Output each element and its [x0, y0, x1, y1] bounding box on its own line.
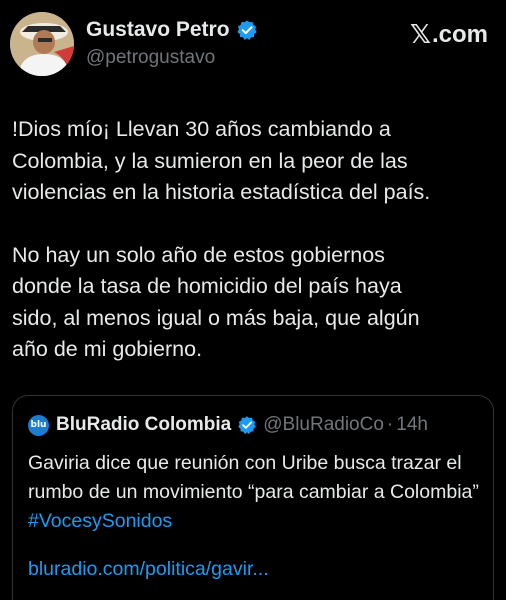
- article-link[interactable]: bluradio.com/politica/gavir...: [28, 558, 269, 581]
- quoted-author-handle[interactable]: @BluRadioCo: [263, 414, 384, 436]
- author-name-row[interactable]: Gustavo Petro: [86, 18, 258, 42]
- verified-badge-icon: [236, 20, 257, 40]
- author-handle[interactable]: @petrogustavo: [86, 47, 215, 69]
- x-logo-icon: 𝕏: [410, 20, 431, 50]
- author-name[interactable]: Gustavo Petro: [86, 18, 230, 42]
- hashtag-link[interactable]: #VocesySonidos: [28, 510, 172, 532]
- quoted-author-avatar[interactable]: blu: [28, 414, 49, 436]
- quoted-tweet-header: blu BluRadio Colombia @BluRadioCo · 14h: [28, 414, 428, 436]
- quoted-author-name[interactable]: BluRadio Colombia: [56, 414, 231, 436]
- avatar-photo-icon: [10, 12, 74, 76]
- quoted-tweet-text: Gaviria dice que reunión con Uribe busca…: [28, 449, 483, 536]
- verified-badge-icon: [238, 416, 256, 435]
- brand-domain: .com: [431, 21, 488, 48]
- quoted-tweet-timestamp[interactable]: 14h: [396, 414, 428, 436]
- separator-dot: ·: [386, 414, 394, 435]
- x-brand-logo: 𝕏 .com: [410, 20, 488, 50]
- tweet-body: !Dios mío¡ Llevan 30 años cambiando a Co…: [12, 114, 502, 366]
- quoted-tweet-card[interactable]: blu BluRadio Colombia @BluRadioCo · 14h …: [12, 395, 494, 600]
- tweet-paragraph: No hay un solo año de estos gobiernos do…: [12, 242, 420, 362]
- quoted-tweet-body: Gaviria dice que reunión con Uribe busca…: [28, 452, 479, 503]
- author-avatar[interactable]: [10, 12, 74, 76]
- tweet-paragraph: !Dios mío¡ Llevan 30 años cambiando a Co…: [12, 117, 431, 204]
